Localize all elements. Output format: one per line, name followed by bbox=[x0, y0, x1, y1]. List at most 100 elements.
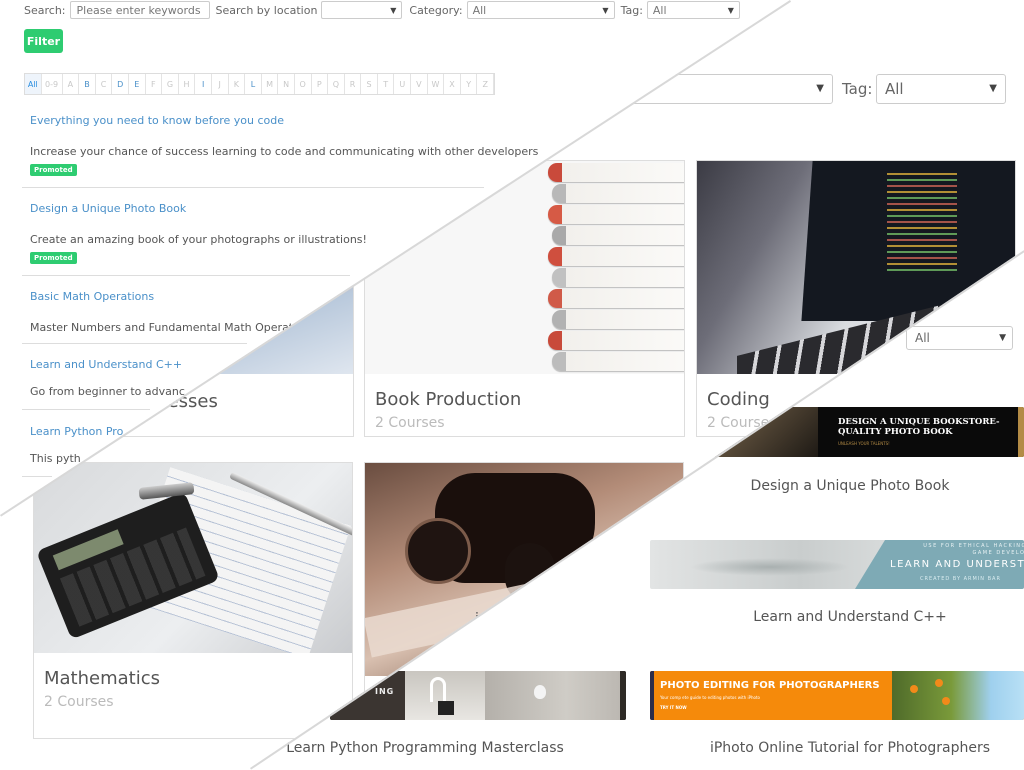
course-title-link[interactable]: Everything you need to know before you c… bbox=[30, 114, 538, 127]
alphabet-letter-p[interactable]: P bbox=[312, 74, 329, 94]
alphabet-letter-q[interactable]: Q bbox=[328, 74, 345, 94]
alphabet-letter-d[interactable]: D bbox=[112, 74, 129, 94]
promoted-badge: Promoted bbox=[30, 164, 77, 176]
course-title[interactable]: Design a Unique Photo Book bbox=[650, 478, 1024, 494]
chevron-down-icon: ▼ bbox=[989, 83, 997, 94]
alphabet-letter-a[interactable]: A bbox=[63, 74, 80, 94]
category-count: 2 Courses bbox=[44, 694, 114, 710]
filter-button[interactable]: Filter bbox=[24, 29, 63, 53]
banner-cta: TRY IT NOW bbox=[660, 705, 687, 710]
course-title[interactable]: Learn and Understand C++ bbox=[650, 609, 1024, 625]
alphabet-letter-b[interactable]: B bbox=[79, 74, 96, 94]
alphabet-letter-t[interactable]: T bbox=[378, 74, 395, 94]
category-count: 2 Courses bbox=[375, 415, 445, 431]
alphabet-letter-f[interactable]: F bbox=[146, 74, 163, 94]
alphabet-letter-k[interactable]: K bbox=[229, 74, 246, 94]
alphabet-letter-e[interactable]: E bbox=[129, 74, 146, 94]
course-title-link[interactable]: Learn Python Pro bbox=[30, 425, 123, 438]
category-select-value: All bbox=[472, 4, 487, 17]
alphabet-letter-w[interactable]: W bbox=[428, 74, 445, 94]
book-spine bbox=[548, 331, 684, 350]
course-title-link[interactable]: Design a Unique Photo Book bbox=[30, 202, 367, 215]
divider bbox=[22, 409, 150, 410]
category-select[interactable]: All ▼ bbox=[466, 1, 615, 19]
tag-label: Tag: bbox=[842, 80, 873, 98]
category-title: Mathematics bbox=[44, 668, 160, 689]
alphabet-letter-i[interactable]: I bbox=[195, 74, 212, 94]
apple-logo-icon bbox=[534, 685, 546, 699]
chevron-down-icon: ▼ bbox=[999, 333, 1006, 343]
category-title: Book Production bbox=[375, 389, 522, 410]
chevron-down-icon: ▼ bbox=[727, 6, 734, 15]
tag-select-value: All bbox=[652, 4, 667, 17]
tag-select-value: All bbox=[915, 331, 930, 345]
chevron-down-icon: ▼ bbox=[816, 83, 824, 94]
divider bbox=[22, 187, 484, 188]
alphabet-letter-all[interactable]: All bbox=[25, 74, 42, 94]
alphabet-letter-z[interactable]: Z bbox=[477, 74, 495, 94]
course-description: Create an amazing book of your photograp… bbox=[30, 233, 367, 246]
course-title[interactable]: Learn Python Programming Masterclass bbox=[250, 740, 600, 756]
banner-headline: ING bbox=[375, 687, 395, 696]
alphabet-letter-c[interactable]: C bbox=[96, 74, 113, 94]
tag-select[interactable]: All ▼ bbox=[876, 74, 1006, 104]
alphabet-letter-l[interactable]: L bbox=[245, 74, 262, 94]
banner-headline: PHOTO EDITING FOR PHOTOGRAPHERS bbox=[660, 680, 880, 691]
promoted-badge: Promoted bbox=[30, 252, 77, 264]
course-title-link[interactable]: Basic Math Operations bbox=[30, 290, 293, 303]
alphabet-letter-x[interactable]: X bbox=[444, 74, 461, 94]
banner-credit: CREATED BY ARMIN BAR bbox=[920, 576, 1001, 582]
course-description: Go from beginner to advanc bbox=[30, 385, 185, 398]
tag-select-value: All bbox=[885, 80, 904, 98]
filter-bar: Search: Please enter keywords Search by … bbox=[0, 0, 740, 20]
alphabet-letter-n[interactable]: N bbox=[278, 74, 295, 94]
location-label: Search by location bbox=[215, 3, 318, 17]
alphabet-filter: All 0-9 A B C D E F G H I J K L M N O P Q R S T U V W X Y Z bbox=[24, 73, 496, 95]
book-spine bbox=[552, 184, 684, 203]
tag-select[interactable]: All ▼ bbox=[906, 326, 1013, 350]
tag-select[interactable]: All ▼ bbox=[646, 1, 740, 19]
alphabet-letter-0-9[interactable]: 0-9 bbox=[42, 74, 63, 94]
alphabet-letter-u[interactable]: U bbox=[394, 74, 412, 94]
category-card[interactable]: Mathematics 2 Courses bbox=[33, 462, 353, 739]
alphabet-letter-h[interactable]: H bbox=[179, 74, 196, 94]
alphabet-letter-j[interactable]: J bbox=[212, 74, 229, 94]
alphabet-letter-v[interactable]: V bbox=[411, 74, 428, 94]
course-description: Increase your chance of success learning… bbox=[30, 145, 539, 158]
book-spine bbox=[548, 247, 684, 266]
list-item: Everything you need to know before you c… bbox=[30, 114, 538, 176]
book-spine bbox=[552, 226, 684, 245]
banner-subtext: UNLEASH YOUR TALENTS! bbox=[838, 441, 890, 446]
tag-label: Tag: bbox=[620, 3, 643, 17]
list-item: Learn and Understand C++ Go from beginne… bbox=[30, 358, 185, 398]
alphabet-letter-m[interactable]: M bbox=[262, 74, 279, 94]
alphabet-letter-g[interactable]: G bbox=[162, 74, 179, 94]
banner-subtext: USE FOR ETHICAL HACKING, GAME DEVELOP bbox=[923, 543, 1024, 556]
divider bbox=[22, 476, 52, 477]
book-spine bbox=[548, 163, 684, 182]
book-spine bbox=[552, 352, 684, 371]
alphabet-letter-r[interactable]: R bbox=[345, 74, 362, 94]
banner-subtext: Your comp ete guide to editing photos wi… bbox=[660, 695, 760, 700]
course-banner-iphoto[interactable]: PHOTO EDITING FOR PHOTOGRAPHERS Your com… bbox=[650, 671, 1024, 720]
banner-headline: LEARN AND UNDERSTAND bbox=[890, 559, 1024, 570]
search-input[interactable]: Please enter keywords bbox=[69, 1, 210, 19]
chevron-down-icon: ▼ bbox=[390, 6, 397, 15]
course-banner-cpp[interactable]: USE FOR ETHICAL HACKING, GAME DEVELOP LE… bbox=[650, 540, 1024, 589]
location-select[interactable]: ▼ bbox=[321, 1, 403, 19]
course-title-link[interactable]: Learn and Understand C++ bbox=[30, 358, 185, 371]
category-image bbox=[34, 463, 352, 653]
search-placeholder: Please enter keywords bbox=[76, 4, 201, 17]
book-spine bbox=[552, 268, 684, 287]
search-label: Search: bbox=[24, 3, 66, 17]
course-title[interactable]: iPhoto Online Tutorial for Photographers bbox=[650, 740, 1024, 756]
category-title: Coding bbox=[707, 389, 770, 410]
alphabet-letter-o[interactable]: O bbox=[295, 74, 312, 94]
course-description: Master Numbers and Fundamental Math Oper… bbox=[30, 321, 294, 334]
chevron-down-icon: ▼ bbox=[602, 6, 609, 15]
alphabet-letter-s[interactable]: S bbox=[361, 74, 378, 94]
list-item: Basic Math Operations Master Numbers and… bbox=[30, 290, 293, 334]
list-item: Design a Unique Photo Book Create an ama… bbox=[30, 202, 367, 264]
book-spine bbox=[548, 205, 684, 224]
alphabet-letter-y[interactable]: Y bbox=[461, 74, 478, 94]
